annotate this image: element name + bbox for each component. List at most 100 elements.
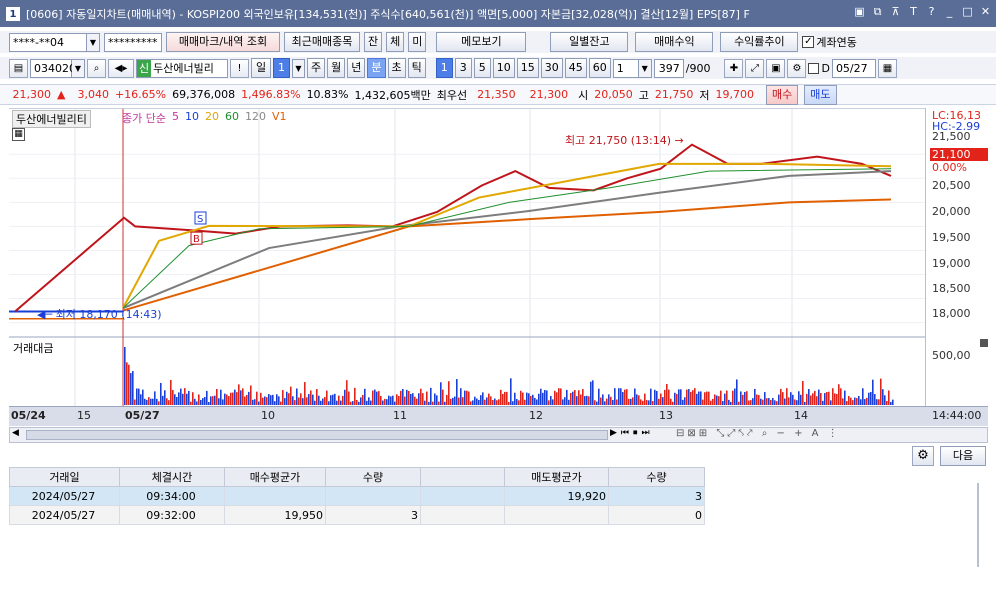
cell-sell-qty: 3 — [608, 486, 705, 506]
screen-icon[interactable]: ▣ — [853, 5, 866, 19]
chart-canvas[interactable]: 최고 21,750 (13:14) → ◀─ 최저 18,170 (14:43) S… — [9, 109, 925, 407]
grid-scrollbar[interactable] — [977, 483, 979, 567]
legend-item[interactable]: 종가 단순 — [122, 110, 166, 126]
account-dropdown-icon[interactable]: ▼ — [87, 32, 100, 52]
code-input[interactable]: 034020 — [30, 58, 76, 78]
panel-close-icon[interactable] — [980, 339, 988, 347]
return-trend-button[interactable]: 수익률추이 — [720, 32, 799, 52]
minute-1[interactable]: 1 — [435, 58, 453, 78]
volume-bar — [572, 391, 574, 405]
chart-scrollbar[interactable]: ◀ ▶⏮⏹⏭ ⊟⊠⊞ ⤡⤢⤣⤤ ⌕ − + A ⋮ — [9, 427, 988, 443]
pin-icon[interactable]: ⊼ — [889, 5, 902, 19]
minute-10[interactable]: 10 — [492, 58, 515, 78]
col-trade-date[interactable]: 거래일 — [9, 467, 120, 487]
tab-unfilled[interactable]: 미 — [408, 32, 427, 52]
password-input[interactable]: ********* — [104, 32, 162, 52]
scroll-left-icon[interactable]: ◀ — [12, 428, 19, 438]
recent-items-button[interactable]: 최근매매종목 — [284, 32, 360, 52]
table-row[interactable]: 2024/05/27 09:32:00 19,950 3 0 — [9, 505, 705, 525]
save-icon[interactable]: ▣ — [766, 58, 786, 78]
zoom-tools[interactable]: ⊟⊠⊞ ⤡⤢⤣⤤ ⌕ − + A ⋮ — [676, 428, 841, 439]
scroll-thumb[interactable] — [26, 430, 608, 440]
period-second[interactable]: 초 — [387, 58, 406, 78]
font-icon[interactable]: T — [907, 5, 920, 19]
next-button[interactable]: 다음 — [940, 446, 986, 466]
period-week[interactable]: 주 — [307, 58, 326, 78]
trade-profit-button[interactable]: 매매수익 — [635, 32, 714, 52]
col-sell-qty[interactable]: 수량 — [608, 467, 705, 487]
minute-30[interactable]: 30 — [540, 58, 563, 78]
col-sell-avg[interactable]: 매도평균가 — [504, 467, 609, 487]
volume-bar — [182, 393, 184, 405]
col-exec-time[interactable]: 체결시간 — [119, 467, 225, 487]
count-input[interactable]: 397 — [653, 58, 684, 78]
trade-query-button[interactable]: 매매마크/내역 조회 — [166, 32, 280, 52]
minimize-icon[interactable]: _ — [943, 5, 956, 19]
legend-item[interactable]: 60 — [225, 110, 239, 126]
volume-bar — [218, 398, 220, 405]
legend-item[interactable]: 20 — [205, 110, 219, 126]
close-icon[interactable]: ✕ — [979, 5, 992, 19]
legend-item[interactable]: 5 — [172, 110, 179, 126]
table-row[interactable]: 2024/05/27 09:34:00 19,920 3 — [9, 486, 705, 506]
memo-button[interactable]: 메모보기 — [436, 32, 527, 52]
period-count[interactable]: 1 — [273, 58, 290, 78]
minute-45[interactable]: 45 — [564, 58, 587, 78]
volume-bar — [370, 400, 372, 405]
sound-icon[interactable]: ◀▸ — [108, 58, 134, 78]
code-dropdown-icon[interactable]: ▼ — [72, 58, 85, 78]
volume-bar — [642, 400, 644, 405]
volume-bar — [606, 398, 608, 405]
period-tick[interactable]: 틱 — [407, 58, 426, 78]
legend-item[interactable]: 10 — [185, 110, 199, 126]
account-input[interactable]: ****-**04 — [9, 32, 87, 52]
period-year[interactable]: 년 — [347, 58, 366, 78]
minute-3[interactable]: 3 — [454, 58, 472, 78]
legend-item[interactable]: 120 — [245, 110, 266, 126]
date-checkbox[interactable] — [808, 62, 820, 74]
volume-bar — [174, 394, 176, 405]
volume-bar — [286, 391, 288, 405]
drawing-icon[interactable]: ⤢ — [745, 58, 765, 78]
volume-bar — [648, 400, 650, 405]
search-icon[interactable]: ⌕ — [87, 58, 106, 78]
maximize-icon[interactable]: □ — [961, 5, 974, 19]
help-icon[interactable]: ? — [925, 5, 938, 19]
date-input[interactable]: 05/27 — [831, 58, 876, 78]
y-label-19000: 19,000 — [932, 257, 971, 270]
volume-bar — [590, 381, 592, 405]
volume-bar — [778, 394, 780, 405]
minute-15[interactable]: 15 — [516, 58, 539, 78]
sell-button[interactable]: 매도 — [804, 84, 837, 105]
period-day-button[interactable]: 일 — [251, 58, 271, 78]
crosshair-icon[interactable]: ✚ — [724, 58, 744, 78]
minute-60[interactable]: 60 — [588, 58, 611, 78]
col-buy-avg[interactable]: 매수평균가 — [224, 467, 326, 487]
checkbox-icon[interactable]: ✓ — [802, 36, 815, 48]
col-buy-qty[interactable]: 수량 — [325, 467, 421, 487]
stock-name-field[interactable]: 신 두산에너빌리 — [136, 58, 228, 78]
restore-icon[interactable]: ⧉ — [871, 5, 884, 19]
period-minute[interactable]: 분 — [367, 58, 386, 78]
calendar-icon[interactable]: ▦ — [877, 58, 897, 78]
minute-5[interactable]: 5 — [473, 58, 491, 78]
tab-balance[interactable]: 잔 — [364, 32, 383, 52]
legend-item[interactable]: V1 — [272, 110, 287, 126]
price-chart[interactable]: 최고 21,750 (13:14) → ◀─ 최저 18,170 (14:43) S… — [9, 108, 925, 407]
gear-icon[interactable]: ⚙ — [912, 446, 934, 466]
volume-bar — [848, 396, 850, 405]
volume-bar — [514, 392, 516, 405]
layout-icon[interactable]: ▤ — [9, 58, 28, 78]
playback-controls[interactable]: ▶⏮⏹⏭ — [610, 428, 654, 438]
table-icon[interactable]: ▦ — [12, 128, 25, 141]
minute-input[interactable]: 1 — [612, 58, 639, 78]
buy-button[interactable]: 매수 — [766, 84, 799, 105]
alert-icon[interactable]: ! — [230, 58, 249, 78]
tab-executed[interactable]: 체 — [386, 32, 405, 52]
account-link-checkbox[interactable]: ✓ 계좌연동 — [802, 34, 857, 50]
settings-icon[interactable]: ⚙ — [787, 58, 807, 78]
minute-dropdown-icon[interactable]: ▼ — [638, 58, 652, 78]
daily-balance-button[interactable]: 일별잔고 — [550, 32, 629, 52]
period-dropdown-icon[interactable]: ▼ — [292, 58, 305, 78]
period-month[interactable]: 월 — [327, 58, 346, 78]
